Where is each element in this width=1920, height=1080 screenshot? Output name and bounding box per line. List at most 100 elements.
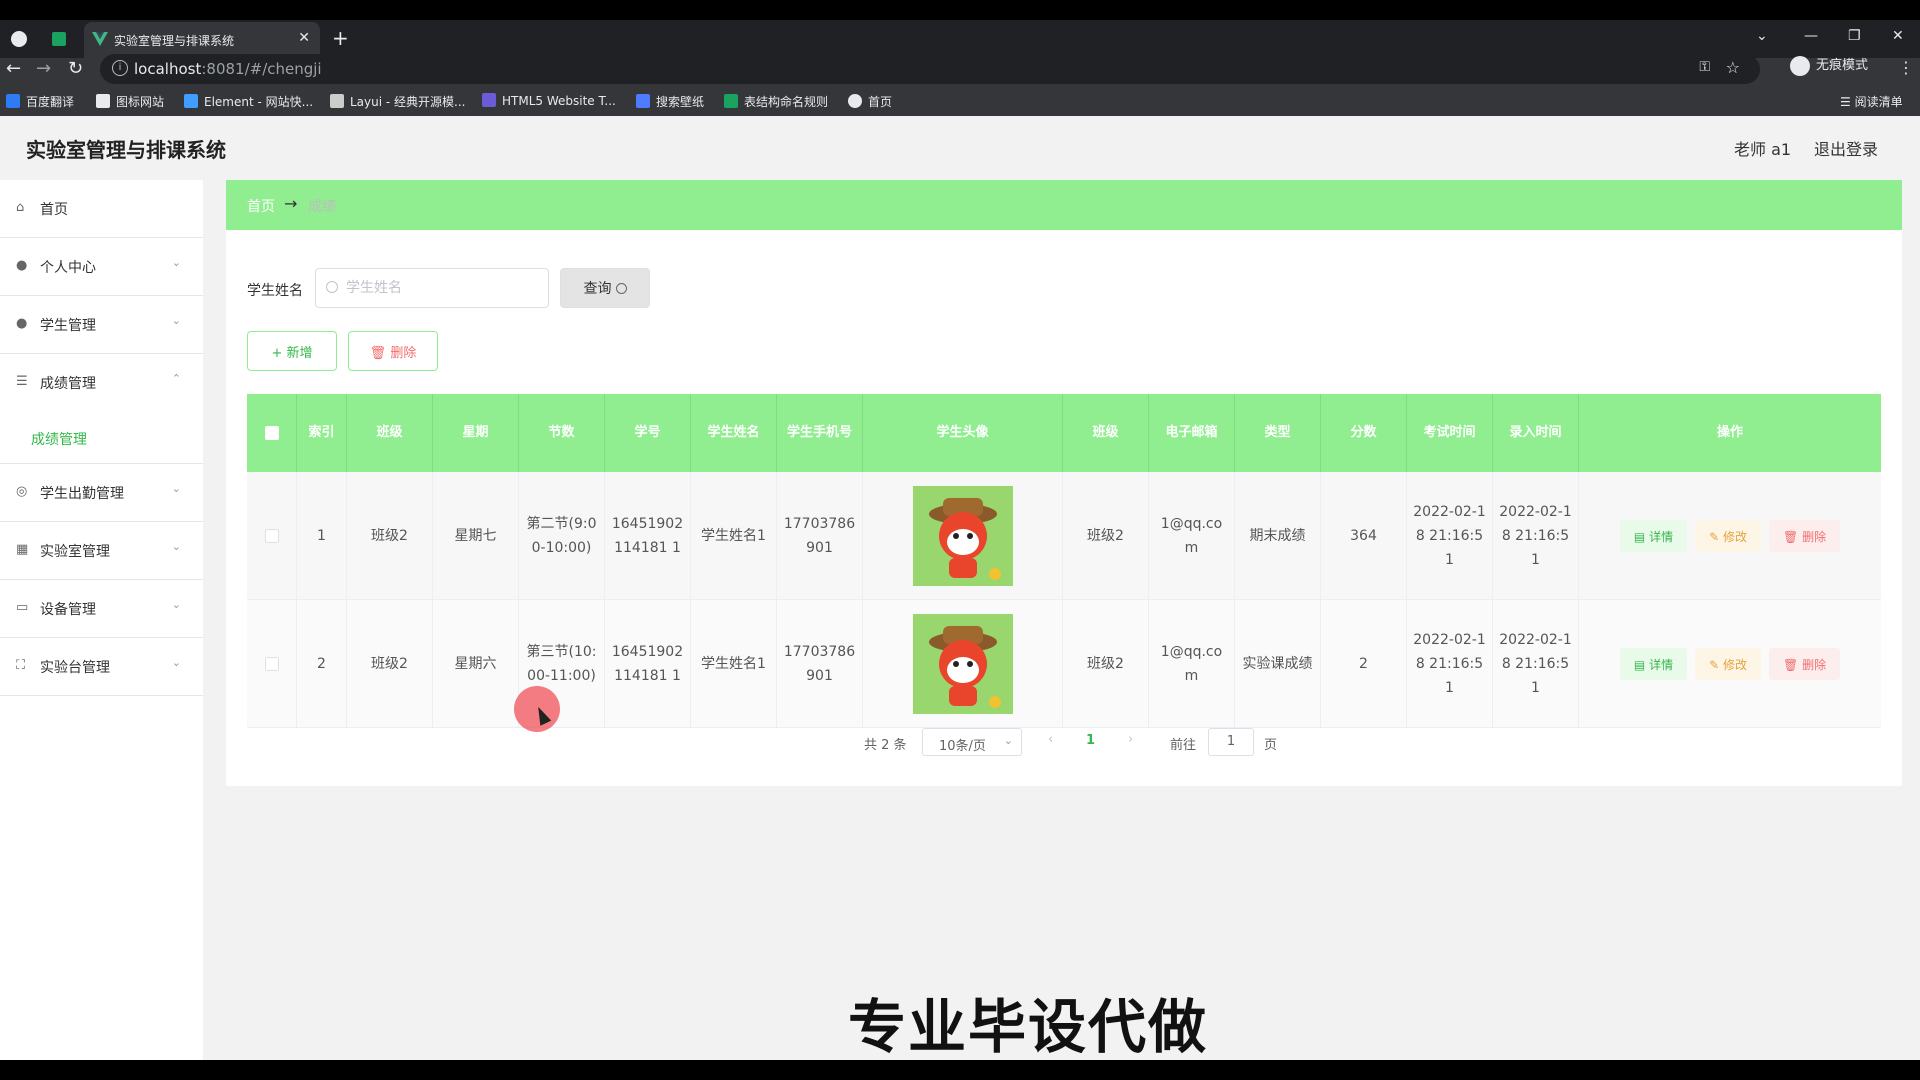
bottom-band (0, 1060, 1920, 1080)
document-icon: ▤ (1633, 657, 1646, 672)
minimize-icon[interactable]: — (1804, 28, 1818, 44)
bookmark-item[interactable]: 首页 (848, 93, 892, 110)
row-checkbox[interactable] (264, 657, 279, 671)
tab-close-icon[interactable]: ✕ (298, 30, 310, 46)
select-all-cell (247, 394, 297, 472)
sidebar-item-students[interactable]: ● 学生管理 ⌄ (0, 296, 203, 354)
edit-button[interactable]: ✎ 修改 (1695, 520, 1761, 552)
forward-icon[interactable]: → (36, 58, 51, 79)
cell-class: 班级2 (347, 600, 433, 728)
browser-menu-icon[interactable] (8, 28, 68, 50)
current-page[interactable]: 1 (1086, 733, 1095, 748)
student-name-input[interactable] (346, 277, 536, 299)
cartoon-fox-avatar (912, 486, 1013, 586)
detail-button[interactable]: ▤ 详情 (1619, 520, 1688, 552)
bookmark-star-icon[interactable]: ☆ (1726, 58, 1740, 77)
search-box[interactable] (315, 268, 549, 308)
edit-label: 修改 (1722, 657, 1747, 672)
reload-icon[interactable]: ↻ (68, 58, 83, 79)
detail-button[interactable]: ▤ 详情 (1619, 648, 1688, 680)
bookmark-item[interactable]: 图标网站 (96, 93, 164, 110)
sidebar-item-benches[interactable]: ⛶ 实验台管理 ⌄ (0, 638, 203, 696)
column-header[interactable]: 类型 (1235, 394, 1321, 472)
row-delete-button[interactable]: 🗑 删除 (1769, 520, 1841, 552)
cell-exam-time: 2022-02-18 21:16:51 (1407, 600, 1493, 728)
select-all-checkbox[interactable] (264, 426, 279, 440)
column-header[interactable]: 班级 (1063, 394, 1149, 472)
bookmark-label: 百度翻译 (26, 95, 75, 109)
column-header[interactable]: 学生头像 (863, 394, 1063, 472)
delete-button[interactable]: 🗑 删除 (348, 331, 438, 371)
restore-icon[interactable]: ❐ (1848, 28, 1861, 44)
sidebar-item-attendance[interactable]: ◎ 学生出勤管理 ⌄ (0, 464, 203, 522)
site-info-icon[interactable]: i (112, 60, 128, 76)
bookmark-item[interactable]: Layui - 经典开源模... (330, 93, 465, 110)
row-select-cell (247, 472, 297, 600)
sidebar-item-grades[interactable]: ☰ 成绩管理 ⌃ (0, 354, 203, 412)
column-header[interactable]: 考试时间 (1407, 394, 1493, 472)
cell-index: 1 (297, 472, 347, 600)
search-button[interactable]: 查询 (560, 268, 650, 308)
cell-score: 364 (1321, 472, 1407, 600)
bookmark-item[interactable]: HTML5 Website T... (482, 93, 616, 108)
cell-email: 1@qq.com (1149, 472, 1235, 600)
column-header[interactable]: 星期 (433, 394, 519, 472)
new-tab-icon[interactable]: + (332, 26, 349, 50)
column-header[interactable]: 索引 (297, 394, 347, 472)
breadcrumb-home[interactable]: 首页 (247, 196, 275, 216)
url-path: :8081/#/chengji (201, 60, 322, 78)
bookmark-item[interactable]: 百度翻译 (6, 93, 74, 110)
row-delete-button[interactable]: 🗑 删除 (1769, 648, 1841, 680)
sidebar-item-devices[interactable]: ▭ 设备管理 ⌄ (0, 580, 203, 638)
sidebar-subitem-grades[interactable]: 成绩管理 (0, 412, 203, 464)
reading-list[interactable]: ☰ 阅读清单 (1840, 93, 1903, 110)
sidebar-item-profile[interactable]: ● 个人中心 ⌄ (0, 238, 203, 296)
browser-chrome: 实验室管理与排课系统 ✕ + ⌄ — ❐ ✕ ← → ↻ i localhost… (0, 0, 1920, 116)
incognito-indicator[interactable]: 无痕模式 (1790, 54, 1868, 76)
page-size-select[interactable]: 10条/页 ⌄ (922, 728, 1022, 756)
logout-link[interactable]: 退出登录 (1814, 136, 1878, 160)
bookmark-item[interactable]: 表结构命名规则 (724, 93, 828, 110)
back-icon[interactable]: ← (6, 58, 21, 79)
column-header[interactable]: 电子邮箱 (1149, 394, 1235, 472)
goto-page-input[interactable]: 1 (1208, 728, 1254, 756)
trash-icon: 🗑 (1783, 657, 1799, 672)
reading-list-label: 阅读清单 (1854, 95, 1903, 109)
row-select-cell (247, 600, 297, 728)
sidebar-item-home[interactable]: ⌂ 首页 (0, 180, 203, 238)
bookmarks-bar: 百度翻译 图标网站 Element - 网站快... Layui - 经典开源模… (0, 88, 1920, 116)
column-header[interactable]: 学号 (605, 394, 691, 472)
edit-button[interactable]: ✎ 修改 (1695, 648, 1761, 680)
column-header[interactable]: 分数 (1321, 394, 1407, 472)
column-header[interactable]: 班级 (347, 394, 433, 472)
app-title: 实验室管理与排课系统 (26, 138, 226, 162)
bookmark-item[interactable]: Element - 网站快... (184, 93, 313, 110)
search-icon (326, 281, 338, 293)
top-band (0, 0, 1920, 20)
table-row: 2 班级2 星期六 第三节(10:00-11:00) 1645190211418… (247, 600, 1881, 728)
cell-class: 班级2 (1063, 600, 1149, 728)
tab-search-icon[interactable]: ⌄ (1756, 28, 1768, 44)
sidebar-item-labs[interactable]: ▦ 实验室管理 ⌄ (0, 522, 203, 580)
sidebar-item-label: 实验台管理 (40, 660, 110, 676)
column-header[interactable]: 学生手机号 (777, 394, 863, 472)
column-header[interactable]: 录入时间 (1493, 394, 1579, 472)
prev-page-icon[interactable]: ‹ (1048, 732, 1053, 747)
column-header[interactable]: 学生姓名 (691, 394, 777, 472)
bookmark-label: Layui - 经典开源模... (350, 95, 466, 109)
column-header[interactable]: 节数 (519, 394, 605, 472)
row-checkbox[interactable] (264, 529, 279, 543)
search-icon (615, 283, 627, 294)
url-host: localhost (134, 60, 202, 78)
key-icon[interactable]: ⚿ (1699, 59, 1710, 75)
add-button[interactable]: + 新增 (247, 331, 337, 371)
browser-menu-kebab-icon[interactable]: ⋮ (1898, 58, 1914, 77)
close-window-icon[interactable]: ✕ (1892, 28, 1904, 44)
cell-class: 班级2 (1063, 472, 1149, 600)
cell-type: 实验课成绩 (1235, 600, 1321, 728)
chevron-down-icon: ⌄ (1003, 734, 1013, 747)
watermark-text: 专业毕设代做 (848, 993, 1209, 1061)
bookmark-item[interactable]: 搜索壁纸 (636, 93, 704, 110)
next-page-icon[interactable]: › (1128, 732, 1133, 747)
address-bar[interactable]: i localhost:8081/#/chengji ⚿ ☆ (100, 54, 1760, 84)
